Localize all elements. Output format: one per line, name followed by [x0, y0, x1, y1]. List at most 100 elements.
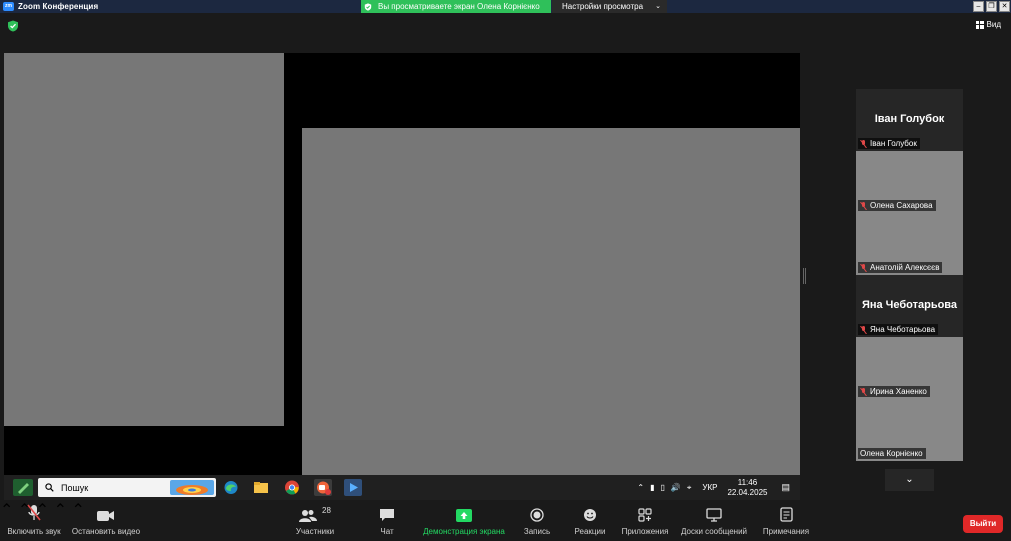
clock-time: 11:46	[737, 477, 758, 487]
meeting-toolbar: Включить звук ⌃ Остановить видео ⌃ 28 Уч…	[0, 500, 1011, 541]
smiley-icon	[584, 509, 596, 521]
maximize-button[interactable]: ❐	[986, 1, 997, 12]
notes-button[interactable]: Примечания	[760, 500, 812, 541]
gallery-scroll-down-button[interactable]: ⌄	[885, 469, 934, 491]
grid-icon	[975, 20, 984, 29]
muted-mic-icon	[860, 325, 867, 334]
wifi-icon[interactable]: ⌖	[687, 483, 692, 493]
participant-tile[interactable]: Ирина Ханенко	[856, 337, 963, 399]
system-tray: ⌃ ▮ ▯ 🔊 ⌖ УКР 11:46 22.04.2025 ▤	[634, 475, 800, 500]
stop-video-button[interactable]: Остановить видео	[71, 500, 141, 541]
share-screen-label: Демонстрация экрана	[423, 527, 505, 536]
apps-label: Приложения	[621, 527, 669, 536]
participant-label: Олена Корнієнко	[858, 448, 926, 459]
muted-mic-icon	[860, 263, 867, 272]
muted-mic-icon	[860, 201, 867, 210]
chrome-icon[interactable]	[283, 479, 301, 496]
taskbar-search-text: Пошук	[61, 482, 89, 493]
start-button[interactable]	[13, 479, 33, 496]
participant-name: Анатолій Алексєєв	[870, 263, 940, 272]
record-label: Запись	[523, 527, 551, 536]
whiteboards-button[interactable]: Доски сообщений	[678, 500, 750, 541]
file-explorer-icon[interactable]	[252, 479, 270, 496]
muted-mic-icon	[27, 504, 41, 521]
participant-label: Олена Сахарова	[858, 200, 936, 211]
taskbar-clock[interactable]: 11:46 22.04.2025	[727, 478, 767, 498]
view-button[interactable]: Вид	[975, 20, 1001, 29]
participant-label: Яна Чеботарьова	[858, 324, 939, 335]
photo-damaged-building	[302, 128, 800, 475]
notes-icon	[779, 507, 793, 522]
chevron-down-icon: ⌄	[655, 3, 661, 10]
photo-destroyed-room-placeholder	[4, 53, 284, 426]
leave-meeting-button[interactable]: Выйти	[963, 515, 1003, 533]
reactions-button[interactable]: Реакции	[572, 500, 608, 541]
unmute-button[interactable]: Включить звук	[6, 500, 62, 541]
stop-video-label: Остановить видео	[71, 527, 141, 536]
view-options-dropdown[interactable]: Настройки просмотра ⌄	[552, 0, 667, 13]
pen-icon	[18, 483, 29, 494]
participant-tile[interactable]: Анатолій Алексєєв	[856, 213, 963, 275]
participant-display-name: Іван Голубок	[874, 113, 945, 125]
window-controls: – ❐ ✕	[972, 0, 1011, 13]
panel-resize-handle[interactable]	[803, 268, 806, 284]
participant-label: Анатолій Алексєєв	[858, 262, 943, 273]
whiteboard-icon	[706, 508, 722, 522]
participant-name: Олена Сахарова	[870, 201, 933, 210]
participants-label: Участники	[295, 527, 335, 536]
volume-icon[interactable]: 🔊	[671, 483, 681, 492]
clock-date: 22.04.2025	[727, 487, 768, 497]
minimize-button[interactable]: –	[973, 1, 984, 12]
muted-mic-icon	[860, 139, 867, 148]
participants-gallery: Іван Голубок Іван Голубок Олена Сахарова…	[856, 89, 963, 461]
whiteboards-label: Доски сообщений	[680, 527, 747, 536]
share-screen-icon	[456, 509, 472, 522]
edge-browser-icon[interactable]	[222, 479, 240, 496]
participant-name: Іван Голубок	[870, 139, 917, 148]
muted-mic-icon	[860, 387, 867, 396]
view-options-label: Настройки просмотра	[562, 2, 644, 11]
video-camera-icon	[97, 511, 114, 521]
photo-damaged-building-placeholder	[302, 128, 800, 475]
shared-screen: Пошук ⌃ ▮ ▯ 🔊 ⌖ УКР 11:46 22.04.2025 ▤	[4, 53, 800, 500]
participant-tile[interactable]: Олена Сахарова	[856, 151, 963, 213]
photo-destroyed-room	[4, 53, 284, 426]
apps-icon	[638, 508, 652, 522]
close-button[interactable]: ✕	[999, 1, 1010, 12]
view-button-label: Вид	[986, 20, 1001, 29]
reactions-label: Реакции	[574, 527, 606, 536]
notifications-icon[interactable]: ▤	[781, 482, 790, 493]
shield-icon	[364, 2, 372, 11]
chat-button[interactable]: Чат	[372, 500, 402, 541]
participant-tile-active-speaker[interactable]: Олена Корнієнко	[856, 399, 963, 461]
screen-share-banner: Вы просматриваете экран Олена Корнієнко	[361, 0, 551, 13]
battery-icon[interactable]: ▮	[650, 483, 654, 492]
participant-tile[interactable]: Іван Голубок Іван Голубок	[856, 89, 963, 151]
participant-name: Яна Чеботарьова	[870, 325, 936, 334]
search-icon	[45, 483, 54, 492]
participants-button[interactable]: 28 Участники	[292, 500, 338, 541]
chat-icon	[380, 509, 394, 521]
share-screen-button[interactable]: Демонстрация экрана	[420, 500, 508, 541]
participant-tile[interactable]: Яна Чеботарьова Яна Чеботарьова	[856, 275, 963, 337]
taskbar-search-box[interactable]: Пошук	[38, 478, 216, 497]
encryption-shield-icon[interactable]	[7, 20, 19, 32]
zoom-taskbar-icon[interactable]	[314, 479, 332, 496]
search-highlight-image	[170, 480, 214, 495]
participants-icon	[299, 510, 318, 522]
zoom-meeting-window: zm Zoom Конференция Вы просматриваете эк…	[0, 0, 1011, 541]
participant-name: Олена Корнієнко	[860, 449, 923, 458]
app-title: Zoom Конференция	[18, 2, 99, 11]
chat-label: Чат	[380, 527, 394, 536]
notes-label: Примечания	[762, 527, 810, 536]
language-indicator[interactable]: УКР	[702, 483, 717, 492]
participant-label: Іван Голубок	[858, 138, 920, 149]
zoom-logo-icon: zm	[3, 2, 14, 11]
media-player-icon[interactable]	[344, 479, 362, 496]
record-button[interactable]: Запись	[520, 500, 554, 541]
usb-icon[interactable]: ▯	[660, 483, 664, 492]
chevron-up-icon[interactable]: ⌃	[637, 483, 644, 492]
participant-name: Ирина Ханенко	[870, 387, 927, 396]
participant-display-name: Яна Чеботарьова	[861, 299, 958, 311]
apps-button[interactable]: Приложения	[620, 500, 670, 541]
